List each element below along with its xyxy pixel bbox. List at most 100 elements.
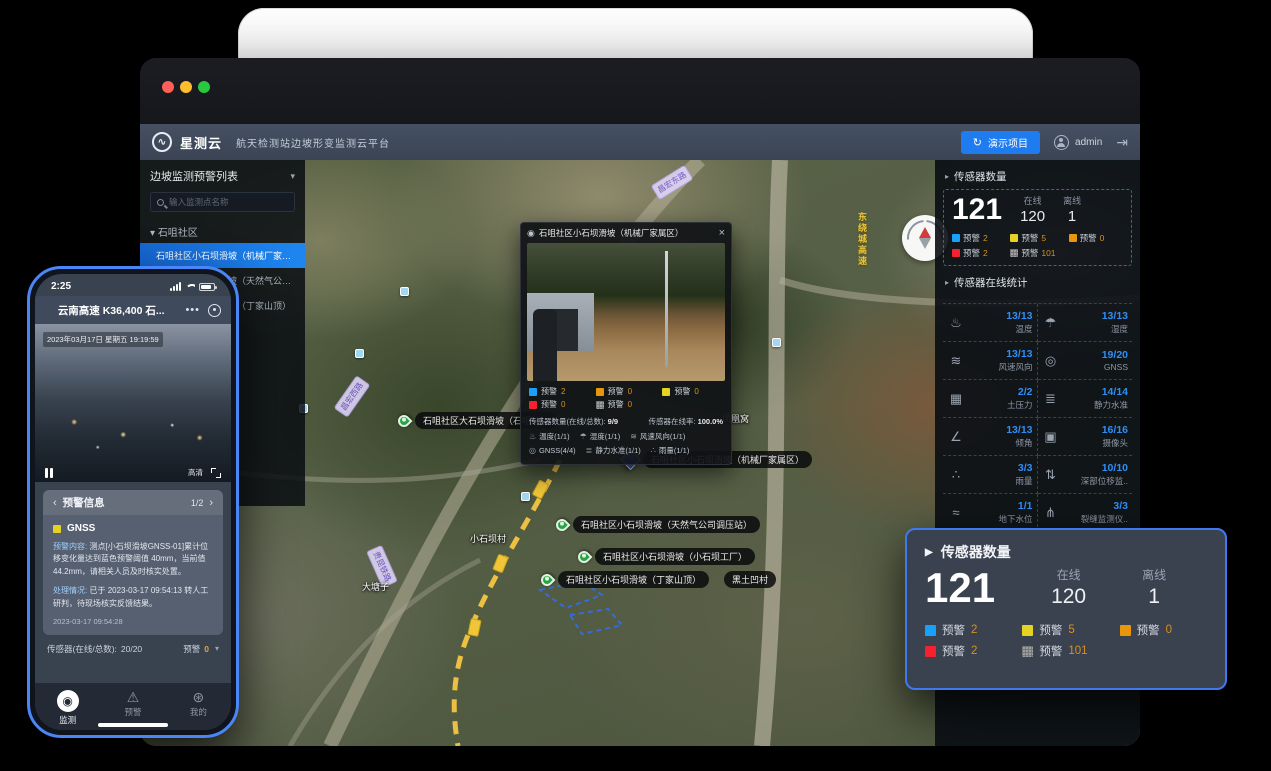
close-window-button[interactable]: [162, 81, 174, 93]
marker-label: 石咀社区小石坝滑坡（丁家山顶）: [558, 571, 709, 588]
marker-label: 石咀社区小石坝滑坡（小石坝工厂）: [595, 548, 755, 565]
orange-warning-swatch: [1069, 234, 1077, 242]
sensor-cell-groundwater: ≈1/1地下水位: [943, 494, 1038, 532]
red-warning-swatch: [952, 249, 960, 257]
popup-close-icon[interactable]: ×: [719, 228, 725, 239]
alert-icon: ⚠: [127, 690, 140, 704]
cell-signal-icon: [170, 282, 181, 291]
sensor-cell-tilt: ∠13/13倾角: [943, 418, 1038, 456]
video-timestamp: 2023年03月17日 星期五 19:19:59: [43, 332, 163, 347]
temperature-icon: ♨: [945, 315, 967, 331]
gnss-icon: ◎: [529, 446, 536, 455]
phone-status-bar: 2:25: [35, 274, 231, 296]
sensor-cell-humidity: ☂13/13湿度: [1038, 304, 1133, 342]
tree-group[interactable]: ▾ 石咀社区: [140, 220, 305, 243]
sensor-cell-camera: ▣16/16摄像头: [1038, 418, 1133, 456]
next-alert-icon[interactable]: ›: [209, 497, 213, 509]
rain-icon: ∴: [651, 446, 656, 455]
pause-button[interactable]: [45, 468, 53, 478]
username: admin: [1075, 137, 1102, 148]
sensor-cell-crack: ⋔3/3裂缝监测仪..: [1038, 494, 1133, 532]
photo-person: [533, 309, 557, 381]
wifi-icon: [185, 284, 195, 291]
prev-alert-icon[interactable]: ‹: [53, 497, 57, 509]
logout-icon[interactable]: ⇥: [1116, 134, 1128, 151]
user-avatar-icon: [1054, 135, 1069, 150]
gnss-icon: ◎: [1040, 353, 1062, 369]
more-options-icon[interactable]: •••: [185, 304, 200, 316]
tab-monitor[interactable]: ◉ 监测: [35, 690, 100, 726]
location-pin-icon: ◉: [527, 228, 535, 239]
refresh-icon: ↻: [973, 136, 982, 149]
online-count: 120: [1051, 585, 1086, 609]
red-warning-swatch: [925, 646, 936, 657]
online-label: 在线: [1024, 194, 1042, 207]
callout-total: 121: [925, 567, 995, 609]
camera-marker-icon[interactable]: [355, 349, 364, 358]
section-arrow-icon[interactable]: ▸: [945, 172, 949, 181]
target-circle-icon[interactable]: [208, 304, 221, 317]
offline-label: 离线: [1063, 194, 1081, 207]
camera-marker-icon[interactable]: [772, 338, 781, 347]
map-marker[interactable]: 石咀社区小石坝滑坡（丁家山顶） 黑土凹村: [541, 571, 776, 588]
sensor-cell-gnss: ◎19/20GNSS: [1038, 342, 1133, 380]
highway-name-label: 东绕城高速: [856, 212, 869, 267]
video-controls: 高清: [35, 467, 231, 478]
sensor-cell-temperature: ♨13/13温度: [943, 304, 1038, 342]
online-count: 120: [1020, 208, 1045, 225]
map-marker[interactable]: 石咀社区小石坝滑坡（小石坝工厂）: [578, 548, 755, 565]
mobile-phone-overlay: 2:25 云南高速 K36,400 石... ••• 2023年03月17日 星…: [27, 266, 239, 738]
humidity-icon: ☂: [580, 432, 587, 441]
profile-icon: ⊛: [192, 690, 204, 704]
site-photo: [527, 243, 725, 381]
sensor-online-stats-title: 传感器在线统计: [954, 275, 1028, 290]
map-marker[interactable]: 石咀社区小石坝滑坡（天然气公司调压站）: [556, 516, 760, 533]
maximize-window-button[interactable]: [198, 81, 210, 93]
app-header: ∿ 星测云 航天检测站边坡形变监测云平台 ↻ 演示项目 admin ⇥: [140, 124, 1140, 160]
monitoring-point-popup: ◉ 石咀社区小石坝滑坡（机械厂家属区） × 预警2 预警0 预警0: [520, 222, 732, 465]
level-icon: ≣: [586, 446, 593, 455]
monitoring-point-item-active[interactable]: 石咀社区小石坝滑坡（机械厂家属区）: [140, 243, 305, 268]
tab-alerts[interactable]: ⚠ 预警: [100, 690, 165, 726]
live-video-player[interactable]: 2023年03月17日 星期五 19:19:59 高清: [35, 324, 231, 482]
demo-project-button[interactable]: ↻ 演示项目: [961, 131, 1040, 154]
app-logo-icon: ∿: [152, 132, 172, 152]
sensor-cell-wind: ≋13/13风速风向: [943, 342, 1038, 380]
minimize-window-button[interactable]: [180, 81, 192, 93]
online-label: 在线: [1057, 566, 1081, 583]
section-arrow-icon: ▶: [925, 547, 933, 558]
video-quality-label[interactable]: 高清: [188, 467, 203, 478]
fullscreen-icon[interactable]: [211, 468, 221, 478]
tab-profile[interactable]: ⊛ 我的: [166, 690, 231, 726]
phone-tab-bar: ◉ 监测 ⚠ 预警 ⊛ 我的: [35, 683, 231, 730]
sensor-type-grid: ♨13/13温度 ☂13/13湿度 ≋13/13风速风向 ◎19/20GNSS …: [943, 303, 1132, 532]
search-input[interactable]: [169, 197, 288, 207]
alert-content: 预警内容: 测点[小石坝滑坡GNSS-01]累计位移变化量达到蓝色预警阈值 40…: [53, 541, 213, 578]
wind-icon: ≋: [630, 432, 637, 441]
blue-warning-swatch: [952, 234, 960, 242]
gray-warning-swatch: [1022, 646, 1033, 657]
user-menu[interactable]: admin: [1054, 135, 1102, 150]
callout-warning-legend: 预警2 预警2 预警5 预警101 预警0: [925, 622, 1207, 659]
village-label: 黑土凹村: [724, 571, 776, 588]
phone-sensor-status-line[interactable]: 传感器(在线/总数): 20/20 预警 0 ▾: [35, 641, 231, 657]
list-panel-title: 边坡监测预警列表: [150, 168, 238, 184]
camera-marker-icon[interactable]: [400, 287, 409, 296]
section-arrow-icon[interactable]: ▸: [945, 278, 949, 287]
place-label: 小石坝村: [470, 532, 506, 545]
chevron-down-icon[interactable]: ▾: [290, 171, 295, 182]
camera-marker-icon[interactable]: [521, 492, 530, 501]
popup-title: 石咀社区小石坝滑坡（机械厂家属区）: [539, 227, 684, 239]
temperature-icon: ♨: [529, 432, 536, 441]
search-box[interactable]: [150, 192, 295, 212]
orange-warning-swatch: [596, 388, 604, 396]
sensor-total: 121: [952, 195, 1002, 225]
deep-displacement-icon: ⇅: [1040, 467, 1062, 483]
callout-title: 传感器数量: [941, 542, 1011, 562]
battery-icon: [199, 283, 215, 291]
sensor-cell-level: ≣14/14静力水准: [1038, 380, 1133, 418]
groundwater-icon: ≈: [945, 505, 967, 520]
chevron-down-icon: ▾: [215, 644, 219, 653]
home-indicator[interactable]: [98, 723, 168, 727]
green-pin-icon: [396, 412, 413, 429]
